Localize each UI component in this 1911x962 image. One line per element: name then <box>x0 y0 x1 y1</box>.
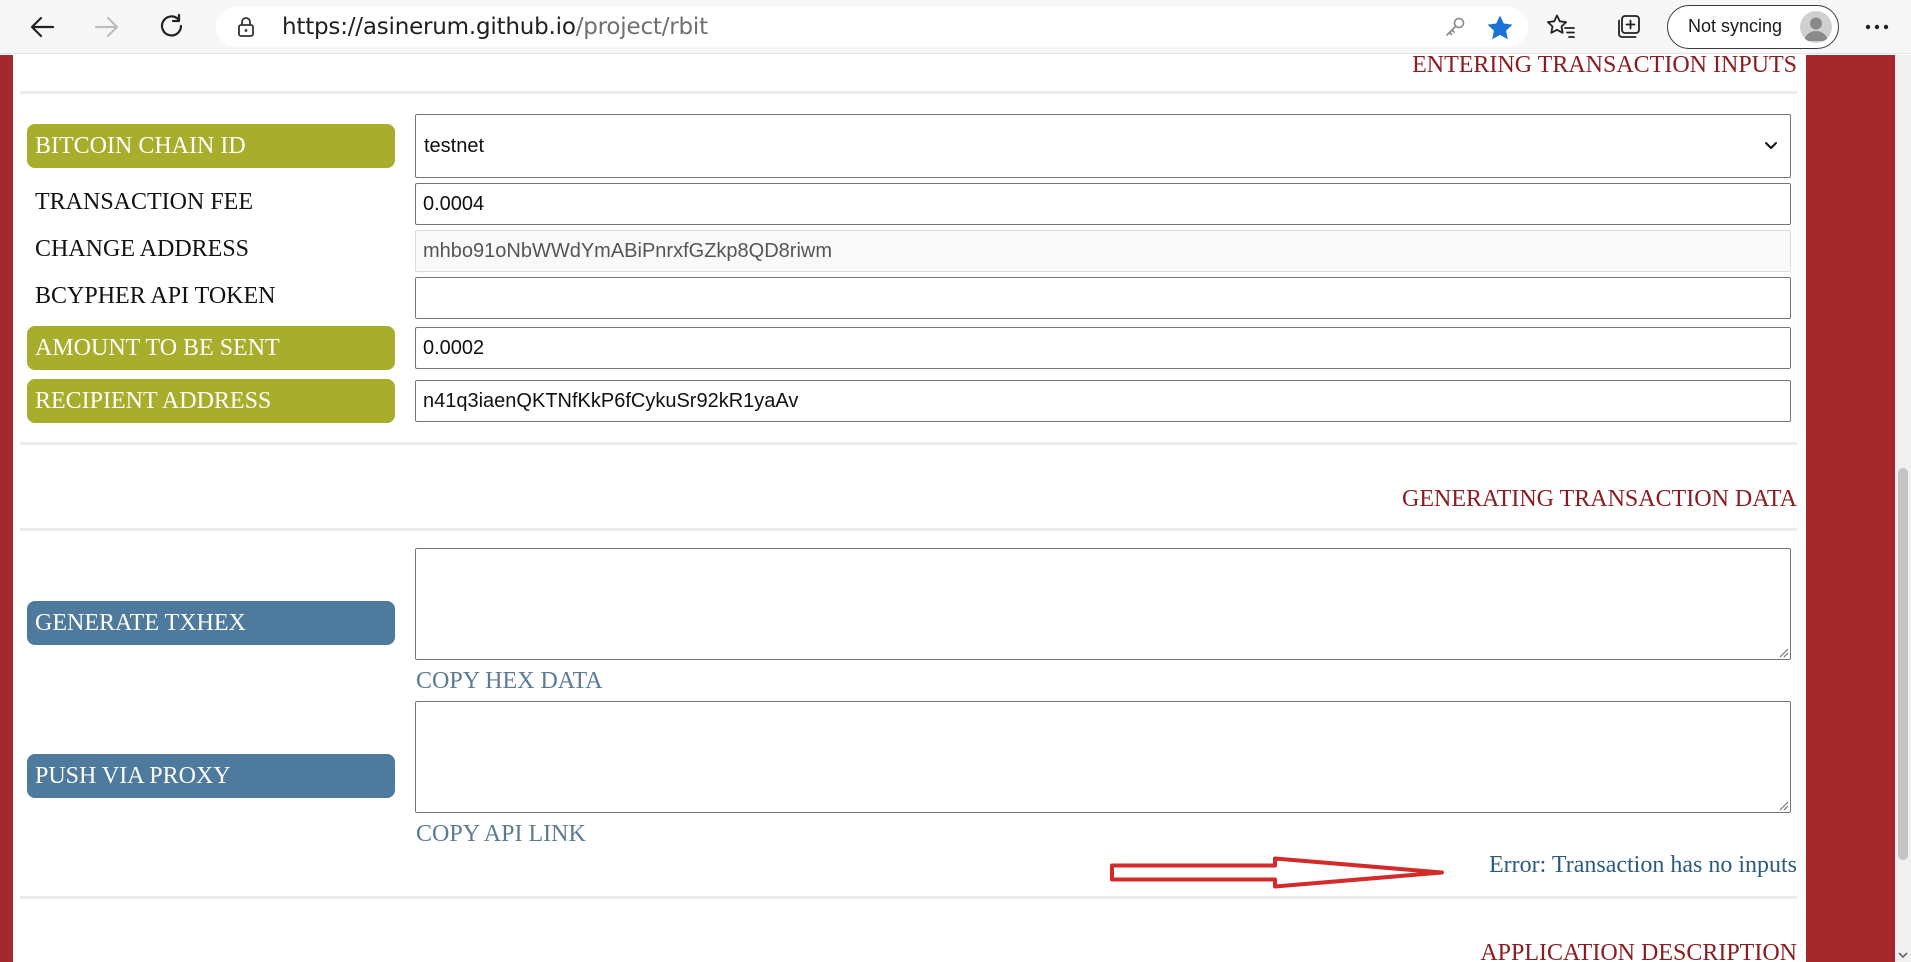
url-path: /project/rbit <box>575 14 708 40</box>
sync-status-label: Not syncing <box>1688 16 1783 36</box>
fee-label: TRANSACTION FEE <box>35 189 254 215</box>
annotation-arrow-icon <box>1110 856 1444 889</box>
change-address-input[interactable]: mhbo91oNbWWdYmABiPnrxfGZkp8QD8riwm <box>415 230 1791 272</box>
api-token-input[interactable] <box>415 277 1791 319</box>
push-via-proxy-button[interactable]: PUSH VIA PROXY <box>27 754 395 798</box>
api-link-textarea[interactable] <box>415 701 1791 813</box>
favorites-button[interactable] <box>1542 8 1580 46</box>
amount-value: 0.0002 <box>423 336 485 359</box>
section-title-description: APPLICATION DESCRIPTION <box>1480 940 1797 962</box>
divider <box>20 91 1797 94</box>
lock-icon[interactable] <box>236 16 256 43</box>
change-address-label: CHANGE ADDRESS <box>35 236 250 262</box>
recipient-input[interactable]: n41q3iaenQKTNfKkP6fCykuSr92kR1yaAv <box>415 380 1791 422</box>
star-icon[interactable] <box>1486 14 1514 46</box>
key-icon[interactable] <box>1444 16 1466 43</box>
page-right-border <box>1806 55 1895 962</box>
url-text: https://asinerum.github.io/project/rbit <box>282 7 708 47</box>
vertical-scrollbar[interactable] <box>1895 55 1911 962</box>
back-icon <box>30 16 55 38</box>
chain-id-label: BITCOIN CHAIN ID <box>27 124 395 168</box>
more-icon <box>1865 24 1889 30</box>
scroll-down-arrow-icon[interactable] <box>1898 950 1908 960</box>
fee-input[interactable]: 0.0004 <box>415 183 1791 225</box>
generate-txhex-button[interactable]: GENERATE TXHEX <box>27 601 395 645</box>
fee-value: 0.0004 <box>423 192 485 215</box>
page-left-border <box>0 55 13 962</box>
divider <box>20 896 1797 899</box>
divider <box>20 528 1797 531</box>
resize-grip-icon[interactable] <box>1777 646 1789 658</box>
copy-hex-link[interactable]: COPY HEX DATA <box>416 668 603 695</box>
url-host: https://asinerum.github.io <box>282 14 576 40</box>
section-title-generate: GENERATING TRANSACTION DATA <box>1402 486 1797 512</box>
chain-id-select[interactable]: testnet <box>415 114 1791 178</box>
favorites-icon <box>1547 14 1575 38</box>
section-title-inputs: ENTERING TRANSACTION INPUTS <box>1412 52 1797 78</box>
more-menu-button[interactable] <box>1858 8 1896 46</box>
txhex-textarea[interactable] <box>415 548 1791 660</box>
copy-api-link[interactable]: COPY API LINK <box>416 821 586 848</box>
refresh-button[interactable] <box>153 8 191 46</box>
scrollbar-thumb[interactable] <box>1898 468 1908 860</box>
forward-button[interactable] <box>88 8 126 46</box>
recipient-label: RECIPIENT ADDRESS <box>27 379 395 423</box>
refresh-icon <box>160 13 183 37</box>
chevron-down-icon <box>1765 142 1777 149</box>
divider <box>20 442 1797 445</box>
collections-icon <box>1618 15 1640 38</box>
api-token-label: BCYPHER API TOKEN <box>35 283 276 309</box>
browser-toolbar: https://asinerum.github.io/project/rbit … <box>0 0 1911 54</box>
error-message: Error: Transaction has no inputs <box>1489 852 1797 878</box>
amount-label: AMOUNT TO BE SENT <box>27 326 395 370</box>
change-address-value: mhbo91oNbWWdYmABiPnrxfGZkp8QD8riwm <box>423 239 832 262</box>
forward-icon <box>94 16 119 38</box>
chain-id-selected-value: testnet <box>424 134 485 157</box>
collections-button[interactable] <box>1609 8 1647 46</box>
profile-sync-button[interactable]: Not syncing <box>1667 5 1839 49</box>
recipient-value: n41q3iaenQKTNfKkP6fCykuSr92kR1yaAv <box>423 389 799 412</box>
back-button[interactable] <box>23 8 61 46</box>
amount-input[interactable]: 0.0002 <box>415 327 1791 369</box>
address-bar[interactable]: https://asinerum.github.io/project/rbit <box>216 7 1528 47</box>
resize-grip-icon[interactable] <box>1777 799 1789 811</box>
avatar-icon <box>1800 11 1832 43</box>
